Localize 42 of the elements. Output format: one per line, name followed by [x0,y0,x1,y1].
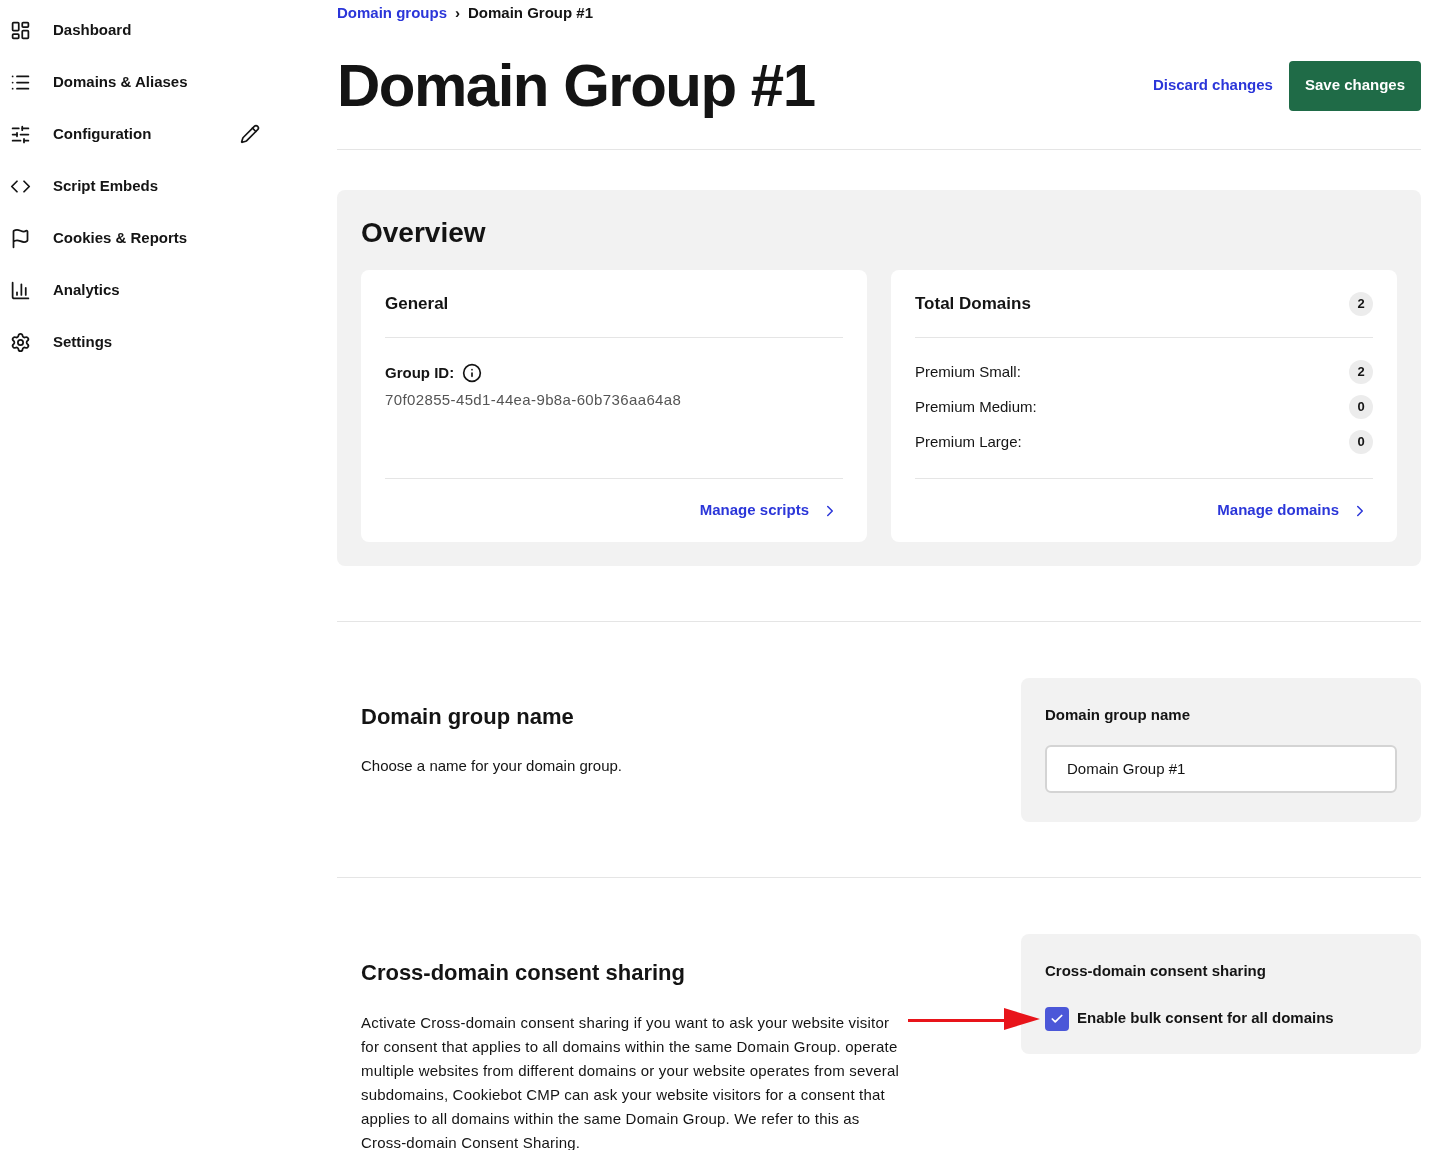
section-title: Overview [361,216,487,250]
page-title: Domain Group #1 [337,50,815,121]
bar-chart-icon [10,279,31,301]
dashboard-icon [10,19,31,41]
sliders-icon [10,123,31,145]
count-badge: 2 [1349,291,1373,316]
name-input[interactable]: Domain Group #1 [1045,744,1397,793]
sidebar-item[interactable]: Script Embeds [53,174,159,198]
breadcrumb-separator: › [455,2,460,23]
sidebar-item[interactable]: Cookies & Reports [53,226,188,250]
domain-tier-label: Premium Large: [915,431,1022,452]
breadcrumb-link[interactable]: Domain groups [337,1,447,25]
section-heading: Domain group name [361,703,575,731]
section-description: Choose a name for your domain group. [361,756,623,776]
discard-link[interactable]: Discard changes [1152,74,1273,97]
checkbox[interactable] [1045,1006,1069,1031]
card-title: General [385,292,449,315]
sidebar-item[interactable]: Settings [53,330,113,354]
count-badge: 2 [1349,360,1373,384]
manage-scripts-link[interactable]: Manage scripts [699,499,843,522]
field-label: Group ID: [385,363,455,383]
manage-domains-link[interactable]: Manage domains [1217,499,1373,522]
group-id: 70f02855-45d1-44ea-9b8a-60b736aa64a8 [385,389,683,410]
settings-icon [10,331,31,353]
sidebar-item[interactable]: Analytics [53,278,120,302]
pencil-icon[interactable] [240,124,260,144]
field-label: Cross-domain consent sharing [1045,961,1267,981]
domain-tier-label: Premium Medium: [915,396,1037,417]
domain-tier-label: Premium Small: [915,361,1021,382]
breadcrumb-current: Domain Group #1 [468,2,594,23]
count-badge: 0 [1349,430,1373,454]
info-icon[interactable] [462,363,483,384]
card-title: Total Domains [915,292,1031,315]
sidebar-item[interactable]: Dashboard [53,18,132,42]
flag-icon [10,227,31,249]
sidebar-item[interactable]: Domains & Aliases [53,70,188,94]
field-label: Domain group name [1045,705,1191,725]
section-heading: Cross-domain consent sharing [361,959,686,987]
save-button[interactable]: Save changes [1288,60,1421,111]
sidebar-item[interactable]: Configuration [53,122,152,146]
checkbox-label: Enable bulk consent for all domains [1077,1008,1334,1029]
count-badge: 0 [1349,395,1373,419]
